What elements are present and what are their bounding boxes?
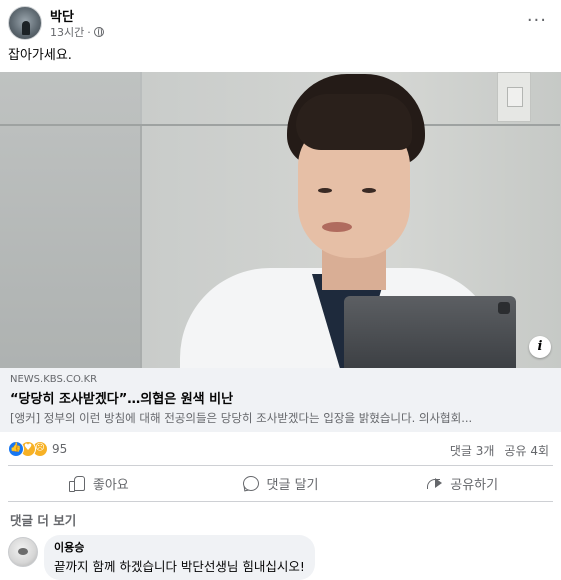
action-bar: 좋아요 댓글 달기 공유하기 [8, 468, 553, 498]
doctor-mouth [322, 222, 352, 232]
link-preview[interactable]: NEWS.KBS.CO.KR “당당히 조사받겠다”…의협은 원색 비난 [앵커… [0, 368, 561, 432]
link-title: “당당히 조사받겠다”…의협은 원색 비난 [10, 392, 234, 407]
link-description: [앵커] 정부의 이런 방침에 대해 전공의들은 당당히 조사받겠다는 입장을 … [10, 411, 473, 425]
share-button[interactable]: 공유하기 [371, 468, 553, 498]
share-count[interactable]: 공유 4회 [504, 442, 549, 459]
doctor-fringe [296, 94, 412, 150]
wall-panel [0, 72, 140, 368]
comment-button[interactable]: 댓글 달기 [190, 468, 372, 498]
view-more-comments[interactable]: 댓글 더 보기 [10, 510, 76, 529]
reaction-summary: 👍 ♥ ☹ 95 댓글 3개 공유 4회 [8, 439, 553, 461]
wall-seam [140, 126, 142, 368]
engagement-counts: 댓글 3개 공유 4회 [450, 442, 549, 459]
laptop-camera [498, 302, 510, 314]
comment-label: 댓글 달기 [266, 477, 319, 493]
post-time[interactable]: 13시간 [50, 24, 84, 40]
more-horizontal-icon[interactable]: ··· [527, 10, 547, 31]
comment-text: 끝까지 함께 하겠습니다 박단선생님 힘내십시오! [54, 559, 305, 574]
divider [8, 465, 553, 466]
globe-icon [93, 27, 104, 37]
meta-separator: · [87, 25, 91, 39]
wall-seam [0, 124, 560, 126]
post-text: 잡아가세요. [8, 48, 72, 63]
post-meta: 13시간 · [50, 24, 104, 40]
reaction-count: 95 [52, 442, 68, 456]
comment-icon [242, 475, 259, 491]
post-header: 박단 13시간 · ··· [8, 6, 553, 42]
link-preview-image[interactable]: i [0, 72, 561, 368]
author-name[interactable]: 박단 [50, 6, 74, 25]
doctor-eye [362, 188, 376, 193]
author-avatar[interactable] [8, 6, 42, 40]
thumb-up-icon [68, 475, 85, 492]
reactions[interactable]: 👍 ♥ ☹ 95 [8, 441, 67, 457]
link-domain: NEWS.KBS.CO.KR [10, 374, 98, 385]
avatar-figure [22, 21, 30, 35]
divider [8, 501, 553, 502]
laptop [344, 296, 516, 368]
like-reaction-icon: 👍 [8, 441, 24, 457]
like-label: 좋아요 [92, 477, 129, 493]
commenter-avatar[interactable] [8, 537, 38, 567]
comment-author[interactable]: 이용승 [54, 539, 305, 555]
comment-count[interactable]: 댓글 3개 [450, 442, 495, 459]
comment-bubble: 이용승 끝까지 함께 하겠습니다 박단선생님 힘내십시오! [44, 535, 315, 580]
like-button[interactable]: 좋아요 [8, 468, 190, 498]
doctor-eye [318, 188, 332, 193]
info-icon[interactable]: i [529, 336, 551, 358]
comment: 이용승 끝까지 함께 하겠습니다 박단선생님 힘내십시오! [8, 535, 553, 580]
share-label: 공유하기 [450, 477, 499, 493]
share-icon [426, 475, 442, 491]
wall-switch [497, 72, 531, 122]
